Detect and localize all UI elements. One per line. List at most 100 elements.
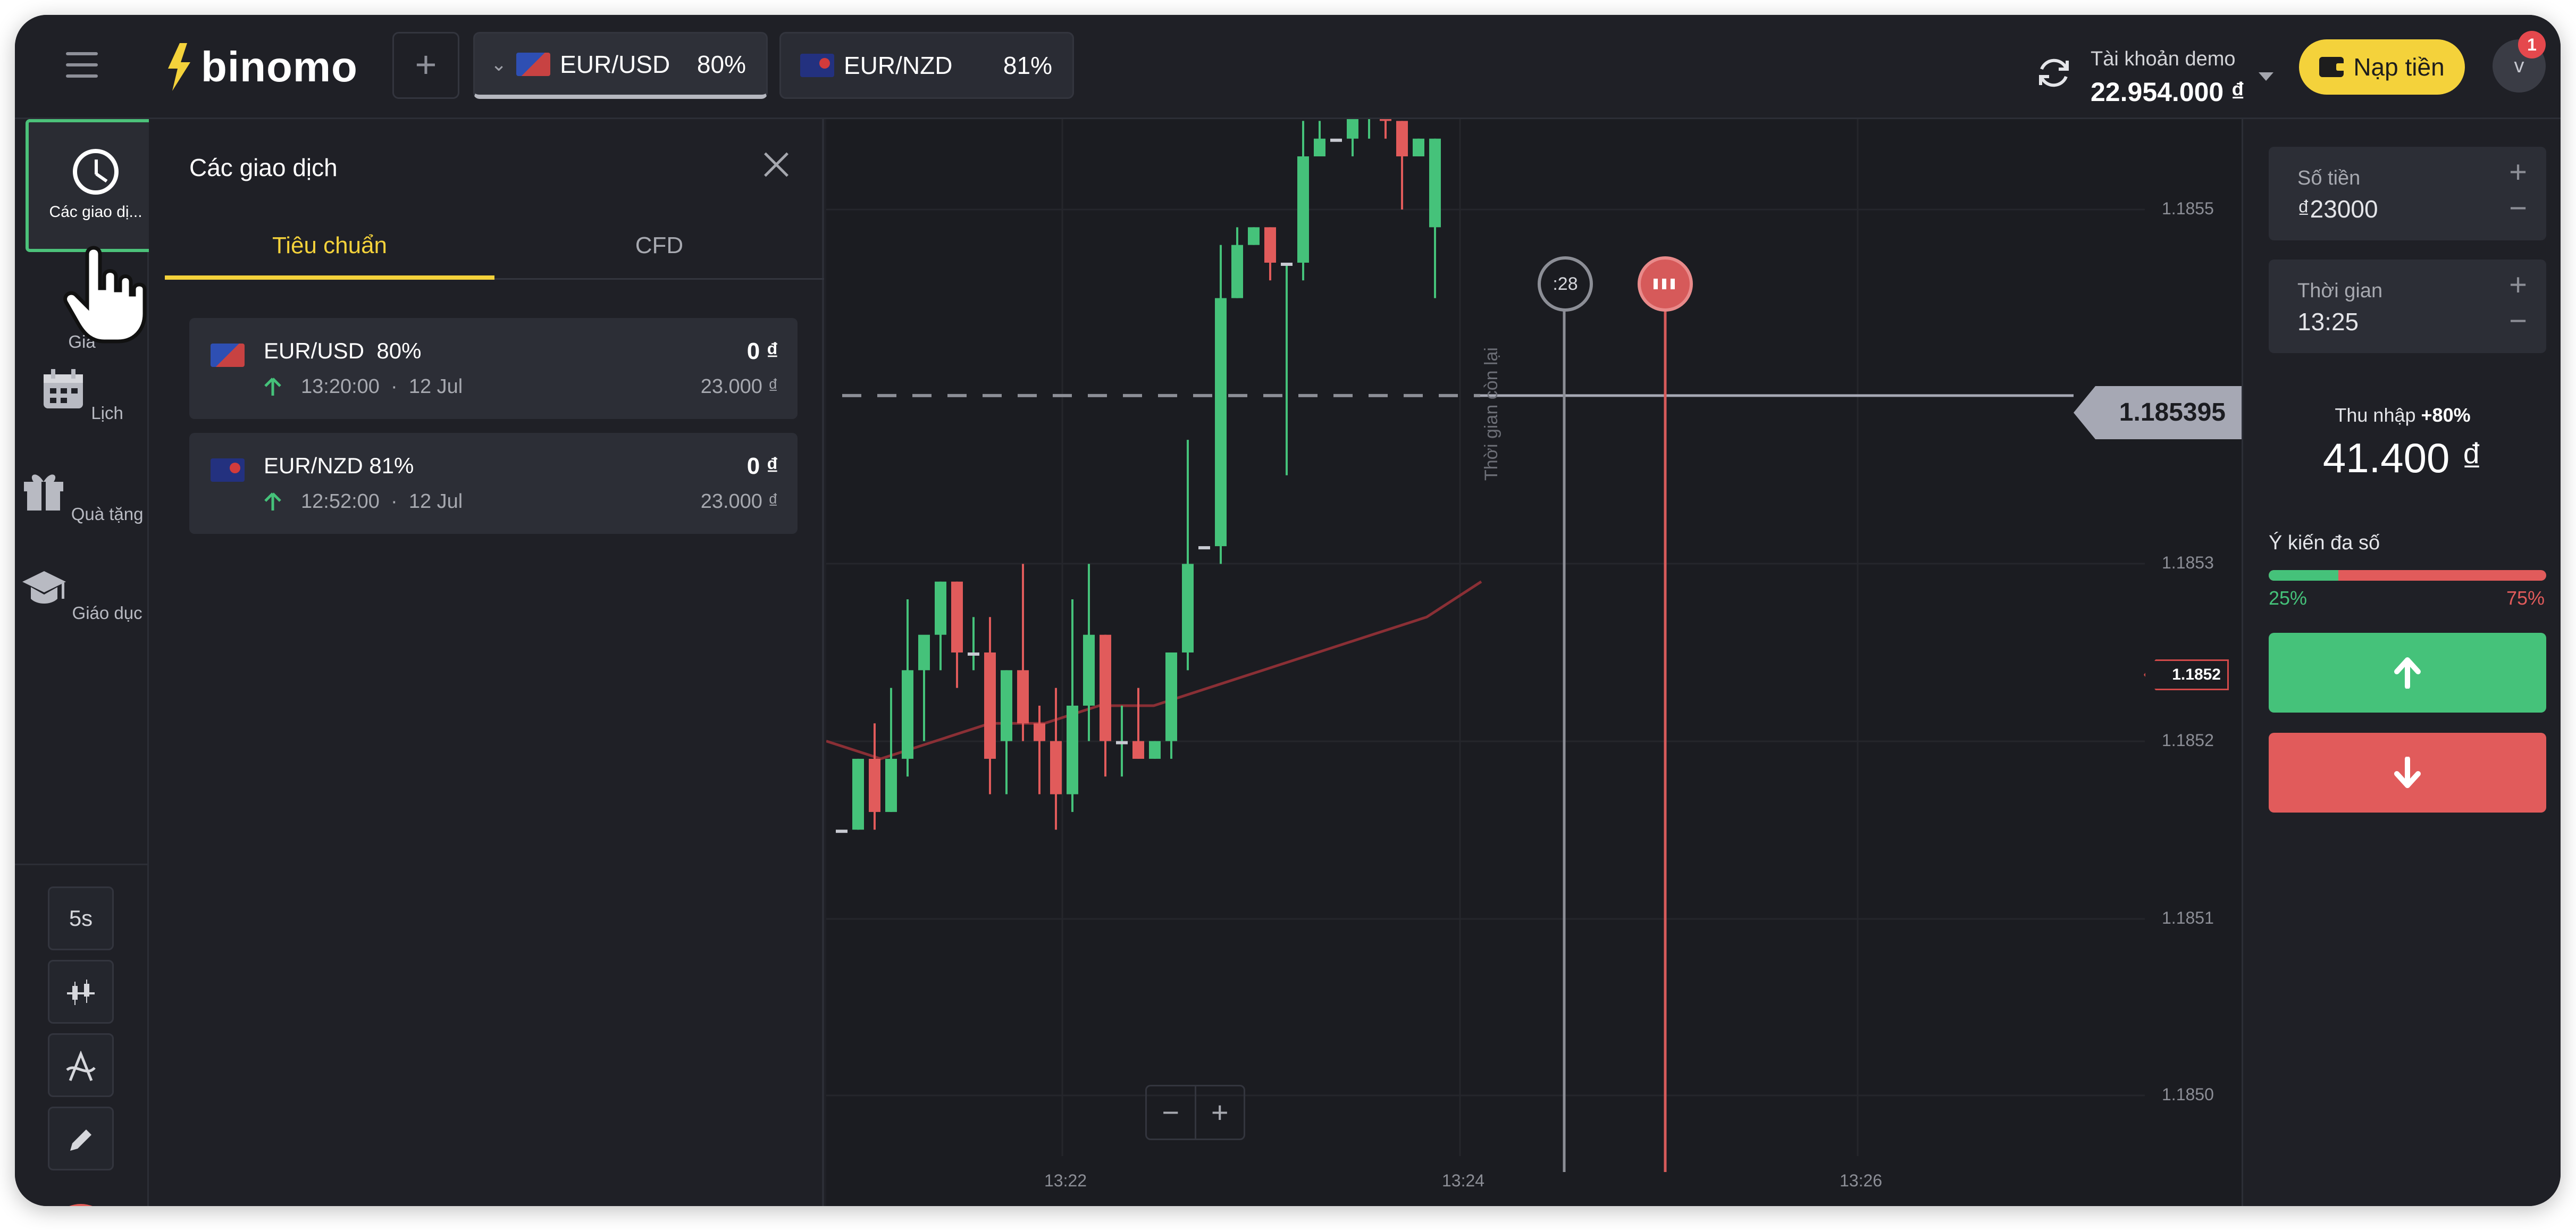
trade-payout: 80% [376, 338, 422, 363]
x-axis-label: 13:24 [1442, 1171, 1485, 1190]
candle-body [935, 581, 946, 635]
sidebar-item-trades[interactable]: Các giao dị... [26, 119, 166, 252]
eurnzd-flag-icon [211, 458, 245, 482]
amount-minus-button[interactable]: − [2509, 190, 2527, 226]
pointer-hand-icon [63, 246, 147, 344]
account-balance[interactable]: Tài khoản demo 22.954.000 ₫ [2035, 36, 2273, 107]
logo-text: binomo [201, 43, 358, 90]
trade-down-button[interactable] [2269, 733, 2546, 813]
indicators-button[interactable] [48, 1033, 114, 1097]
pencil-icon [70, 1129, 91, 1151]
caret-down-icon[interactable] [2259, 72, 2273, 81]
asset-tab-name: EUR/USD [560, 50, 670, 78]
deposit-label: Nạp tiền [2353, 53, 2445, 81]
trade-time: 13:20:00 · 12 Jul [301, 375, 463, 398]
candle-body [836, 830, 848, 833]
logo[interactable]: binomo [164, 40, 358, 94]
candle-body [1100, 634, 1111, 741]
top-bar: binomo + ⌄ EUR/USD 80% EUR/NZD 81% Tài k… [15, 15, 2561, 119]
arrow-down-icon [2394, 757, 2421, 788]
asset-tab-payout: 81% [1003, 52, 1052, 79]
candle-body [1001, 670, 1012, 741]
app-window: binomo + ⌄ EUR/USD 80% EUR/NZD 81% Tài k… [15, 15, 2561, 1206]
sidebar-item-label: Lịch [91, 403, 123, 423]
candle-body [968, 652, 979, 656]
majority-opinion-label: Ý kiến đa số [2269, 532, 2380, 554]
y-axis-label: 1.1853 [2162, 553, 2214, 572]
add-asset-tab-button[interactable]: + [392, 32, 459, 99]
menu-icon[interactable] [66, 49, 98, 81]
zoom-out-button[interactable]: − [1147, 1086, 1196, 1139]
asset-tab-eurnzd[interactable]: EUR/NZD 81% [779, 32, 1074, 99]
amount-plus-button[interactable]: + [2509, 154, 2527, 190]
candle-body [1067, 705, 1078, 794]
logo-mark-icon [168, 43, 190, 91]
candle-body [1248, 227, 1260, 245]
finish-flag-icon [1638, 256, 1693, 312]
candle-body [951, 581, 963, 652]
candle-body [1314, 138, 1325, 157]
trade-payout: 81% [369, 453, 414, 478]
sidebar-item-gifts[interactable]: Quà tặng [15, 470, 149, 524]
candle-body [1165, 652, 1177, 741]
trade-time-value: 13:20:00 [301, 375, 380, 398]
graduation-cap-icon [22, 571, 66, 604]
zoom-in-button[interactable]: + [1196, 1086, 1244, 1139]
time-minus-button[interactable]: − [2509, 303, 2527, 339]
drawing-button[interactable] [48, 1107, 114, 1170]
trade-date: 12 Jul [408, 375, 463, 398]
opinion-up-percent: 25% [2269, 587, 2308, 609]
amount-input[interactable]: Số tiền ₫23000 + − [2269, 147, 2546, 240]
y-axis-label: 1.1855 [2162, 199, 2214, 218]
close-icon[interactable] [760, 149, 792, 181]
candle-body [1413, 138, 1424, 157]
trade-up-button[interactable] [2269, 633, 2546, 713]
tab-standard[interactable]: Tiêu chuẩn [165, 214, 494, 280]
time-plus-button[interactable]: + [2509, 267, 2527, 303]
trade-asset-name: EUR/USD [264, 338, 365, 363]
candle-body [1231, 245, 1243, 298]
candle-body [1297, 156, 1309, 263]
sync-icon[interactable] [2035, 54, 2072, 91]
majority-opinion-bar [2269, 570, 2546, 581]
candle-body [1034, 723, 1045, 741]
asset-tab-eurusd[interactable]: ⌄ EUR/USD 80% [473, 32, 768, 99]
amount-value[interactable]: ₫23000 [2297, 195, 2378, 223]
price-chart[interactable]: 1.1855 1.1853 1.1852 1.1851 1.1850 13:22… [826, 119, 2242, 1206]
sidebar-item-label: Giáo dục [72, 603, 142, 623]
timeframe-button[interactable]: 5s [48, 886, 114, 950]
sidebar-item-education[interactable]: Giáo dục [15, 569, 149, 623]
sidebar-item-label: Các giao dị... [49, 203, 142, 221]
amount-label: Số tiền [2297, 167, 2361, 189]
chart-type-button[interactable] [48, 960, 114, 1024]
wallet-icon [2319, 57, 2346, 77]
income-percent: +80% [2421, 404, 2471, 426]
time-value[interactable]: 13:25 [2297, 307, 2359, 336]
trade-row[interactable]: EUR/USD 80% 13:20:00 · 12 Jul 0 ₫ 23.000… [189, 318, 798, 419]
current-price-tag: 1.185395 [2074, 386, 2242, 439]
sidebar-item-calendar[interactable]: Lịch [15, 369, 149, 423]
income-value: 41.400 ₫ [2322, 434, 2483, 481]
trade-asset: EUR/NZD 81% [264, 453, 414, 479]
y-axis-label: 1.1852 [2162, 731, 2214, 750]
candle-body [1281, 262, 1293, 266]
candles-icon [67, 979, 95, 1005]
candle-body [1396, 121, 1408, 157]
chevron-down-icon[interactable]: ⌄ [491, 53, 507, 76]
time-remaining-caption: Thời gian còn lại [1481, 347, 1501, 481]
asset-tab-payout: 80% [697, 50, 746, 78]
eurnzd-flag-icon [800, 54, 834, 77]
time-input[interactable]: Thời gian 13:25 + − [2269, 260, 2546, 353]
tab-cfd[interactable]: CFD [494, 214, 824, 280]
arrow-up-icon [2394, 657, 2421, 689]
y-axis-label: 1.1850 [2162, 1085, 2214, 1104]
candlestick-chart[interactable] [826, 119, 2242, 1206]
candle-body [1215, 298, 1227, 547]
candle-body [1050, 741, 1062, 794]
trade-row[interactable]: EUR/NZD 81% 12:52:00 · 12 Jul 0 ₫ 23.000… [189, 433, 798, 534]
help-button[interactable]: ? [48, 1204, 114, 1206]
trade-amount: 23.000 ₫ [700, 375, 778, 398]
deposit-button[interactable]: Nạp tiền [2299, 39, 2465, 95]
arrow-up-icon [264, 378, 281, 396]
candle-body [984, 652, 996, 759]
